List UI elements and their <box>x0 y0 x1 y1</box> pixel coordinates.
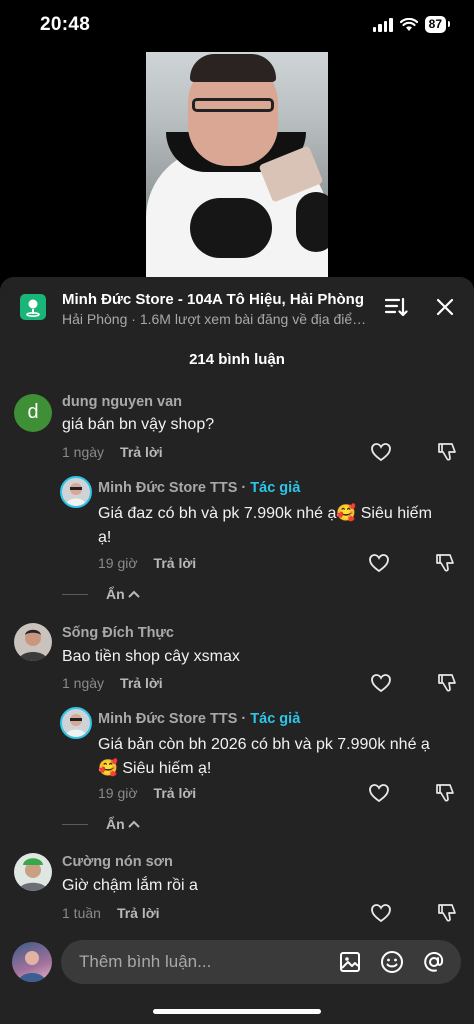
dislike-icon[interactable] <box>434 782 456 804</box>
reply-text: Giá bản còn bh 2026 có bh và pk 7.990k n… <box>98 736 430 777</box>
chevron-up-icon <box>127 590 140 598</box>
reply-button[interactable]: Trả lời <box>117 905 160 921</box>
heart-icon[interactable] <box>370 902 392 924</box>
reply-author[interactable]: Minh Đức Store TTS <box>98 480 237 496</box>
reply-button[interactable]: Trả lời <box>154 555 197 571</box>
reply-button[interactable]: Trả lời <box>120 675 163 691</box>
location-title[interactable]: Minh Đức Store - 104A Tô Hiệu, Hải Phòng <box>62 291 367 308</box>
sort-icon[interactable] <box>384 296 408 318</box>
author-avatar[interactable] <box>60 476 92 508</box>
location-subtitle: Hải Phòng · 1.6M lượt xem bài đăng về đị… <box>62 311 367 327</box>
video-thumbnail[interactable] <box>146 52 328 277</box>
reply-text: Giá đaz có bh và pk 7.990k nhé ạ🥰 Siêu h… <box>98 505 432 546</box>
comment-author[interactable]: Sống Đích Thực <box>62 625 174 641</box>
comment-input-placeholder: Thêm bình luận... <box>79 952 212 971</box>
comment-time: 1 ngày <box>62 444 105 460</box>
reply-time: 19 giờ <box>98 555 138 571</box>
emoji-icon[interactable] <box>380 950 404 974</box>
author-avatar[interactable] <box>60 707 92 739</box>
author-tag-badge: Tác giả <box>250 480 301 496</box>
hide-replies-button[interactable]: Ẩn <box>62 816 140 832</box>
location-header[interactable]: Minh Đức Store - 104A Tô Hiệu, Hải Phòng… <box>0 277 474 335</box>
reply-button[interactable]: Trả lời <box>120 444 163 460</box>
heart-icon[interactable] <box>370 441 392 463</box>
close-icon[interactable] <box>434 296 456 318</box>
map-pin-icon <box>20 294 46 320</box>
avatar[interactable] <box>14 623 52 661</box>
comment-text: Bao tiền shop cây xsmax <box>62 648 240 665</box>
dislike-icon[interactable] <box>436 672 458 694</box>
hide-replies-button[interactable]: Ẩn <box>62 586 140 602</box>
heart-icon[interactable] <box>368 552 390 574</box>
comment-item: Sống Đích Thực Bao tiền shop cây xsmax 1… <box>0 623 474 843</box>
heart-icon[interactable] <box>370 672 392 694</box>
comment-author[interactable]: Cường nón sơn <box>62 854 173 870</box>
status-time: 20:48 <box>40 14 91 35</box>
comment-input[interactable]: Thêm bình luận... <box>61 940 461 984</box>
reply-time: 19 giờ <box>98 785 138 801</box>
comment-time: 1 tuần <box>62 905 101 921</box>
battery-icon: 87 <box>424 16 451 33</box>
avatar[interactable]: d <box>14 394 52 432</box>
dislike-icon[interactable] <box>436 902 458 924</box>
comment-time: 1 ngày <box>62 675 105 691</box>
reply-button[interactable]: Trả lời <box>154 785 197 801</box>
dislike-icon[interactable] <box>434 552 456 574</box>
author-tag-badge: Tác giả <box>250 711 301 727</box>
image-icon[interactable] <box>338 950 362 974</box>
signal-icon <box>372 17 393 32</box>
comment-text: giá bán bn vậy shop? <box>62 416 215 433</box>
status-bar: 20:48 87 <box>0 0 474 52</box>
my-avatar[interactable] <box>12 942 52 982</box>
avatar[interactable] <box>14 853 52 891</box>
mention-icon[interactable] <box>422 950 446 974</box>
comment-item: d dung nguyen van giá bán bn vậy shop? 1… <box>0 392 474 612</box>
comment-item: Cường nón sơn Giờ chậm lắm rồi a 1 tuần T… <box>0 853 474 933</box>
comment-author[interactable]: dung nguyen van <box>62 394 182 410</box>
comments-count: 214 bình luận <box>189 351 285 368</box>
reply-author[interactable]: Minh Đức Store TTS <box>98 711 237 727</box>
home-indicator[interactable] <box>153 1009 321 1014</box>
heart-icon[interactable] <box>368 782 390 804</box>
wifi-icon <box>399 17 418 31</box>
comment-text: Giờ chậm lắm rồi a <box>62 877 198 894</box>
chevron-up-icon <box>127 820 140 828</box>
dislike-icon[interactable] <box>436 441 458 463</box>
